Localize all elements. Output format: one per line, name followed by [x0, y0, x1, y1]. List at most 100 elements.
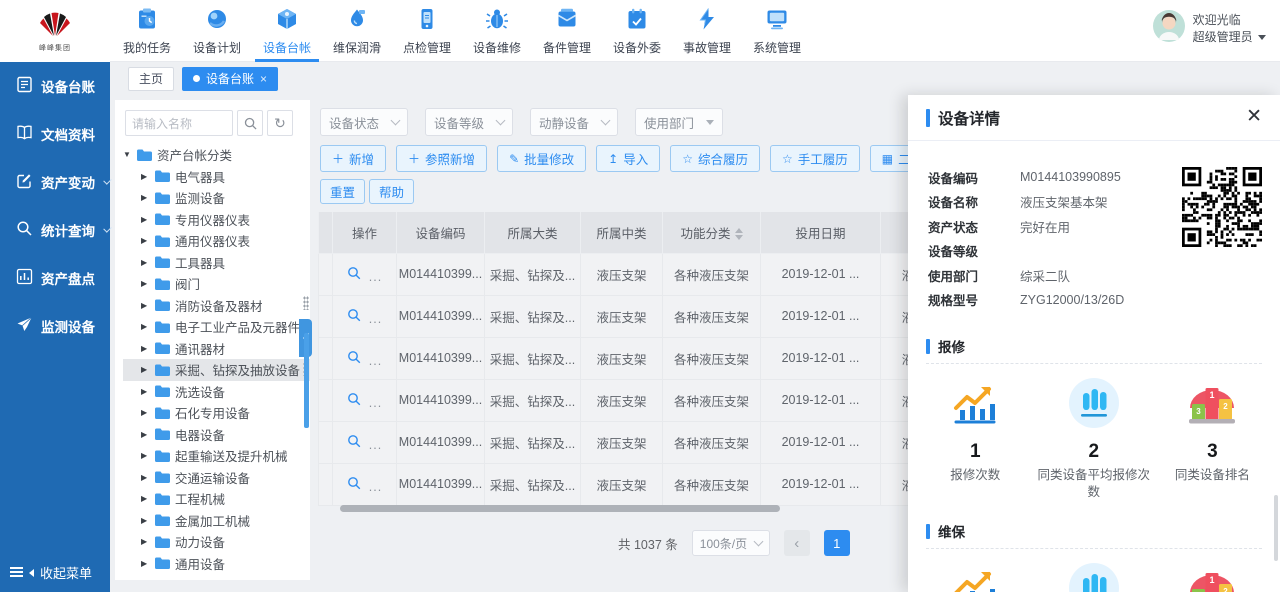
- tree-node[interactable]: ▶动力设备: [123, 531, 310, 553]
- tree-refresh-button[interactable]: ↻: [267, 110, 293, 136]
- collapse-menu-button[interactable]: 收起菜单: [10, 563, 92, 582]
- page-size-select[interactable]: 100条/页: [692, 530, 770, 556]
- tree-node[interactable]: ▶工具器具: [123, 252, 310, 274]
- table-row[interactable]: ... M014410399...采掘、钻探及... 液压支架各种液压支架 20…: [319, 463, 1011, 505]
- caret-collapsed-icon[interactable]: ▶: [141, 258, 150, 267]
- caret-collapsed-icon[interactable]: ▶: [141, 236, 150, 245]
- column-header[interactable]: 设备编码: [397, 212, 485, 253]
- tab-home[interactable]: 主页: [128, 67, 174, 91]
- sidebar-item-ledger[interactable]: 设备台账: [0, 62, 110, 110]
- row-more-button[interactable]: ...: [369, 396, 382, 410]
- nav-item-repair[interactable]: 设备维修: [462, 0, 532, 62]
- row-more-button[interactable]: ...: [369, 438, 382, 452]
- user-menu[interactable]: 欢迎光临 超级管理员: [1153, 10, 1266, 47]
- caret-collapsed-icon[interactable]: ▶: [141, 516, 150, 525]
- caret-collapsed-icon[interactable]: ▶: [141, 430, 150, 439]
- tree-node[interactable]: ▶石化专用设备: [123, 402, 310, 424]
- table-row[interactable]: ... M014410399...采掘、钻探及... 液压支架各种液压支架 20…: [319, 295, 1011, 337]
- horizontal-scrollbar[interactable]: [340, 505, 780, 512]
- import-button[interactable]: ↥导入: [596, 145, 660, 172]
- tree-root-node[interactable]: ▼ 资产台帐分类: [123, 144, 310, 166]
- batch-edit-button[interactable]: ✎批量修改: [497, 145, 586, 172]
- tree-node[interactable]: ▶采掘、钻探及抽放设备: [123, 359, 310, 381]
- sidebar-item-asset-change[interactable]: 资产变动: [0, 158, 110, 206]
- caret-collapsed-icon[interactable]: ▶: [141, 559, 150, 568]
- row-view-button[interactable]: [347, 476, 361, 493]
- filter-equipment-grade[interactable]: 设备等级: [425, 108, 513, 136]
- tree-scrollbar[interactable]: [304, 333, 309, 428]
- tree-node[interactable]: ▶监测设备: [123, 187, 310, 209]
- row-more-button[interactable]: ...: [369, 270, 382, 284]
- column-header[interactable]: 投用日期: [761, 212, 881, 253]
- column-header[interactable]: 所属中类: [581, 212, 663, 253]
- caret-collapsed-icon[interactable]: ▶: [141, 172, 150, 181]
- caret-collapsed-icon[interactable]: ▶: [141, 215, 150, 224]
- caret-collapsed-icon[interactable]: ▶: [141, 344, 150, 353]
- tree-search-button[interactable]: [237, 110, 263, 136]
- caret-collapsed-icon[interactable]: ▶: [141, 408, 150, 417]
- comprehensive-history-button[interactable]: ☆综合履历: [670, 145, 760, 172]
- column-header[interactable]: 操作: [333, 212, 397, 253]
- tree-node[interactable]: ▶通用仪器仪表: [123, 230, 310, 252]
- column-header[interactable]: 所属大类: [485, 212, 581, 253]
- column-header[interactable]: 功能分类: [663, 212, 761, 253]
- nav-item-lube[interactable]: 维保润滑: [322, 0, 392, 62]
- add-button[interactable]: ＋新增: [320, 145, 386, 172]
- row-view-button[interactable]: [347, 308, 361, 325]
- filter-dynamic-static[interactable]: 动静设备: [530, 108, 618, 136]
- tree-node[interactable]: ▶金属加工机械: [123, 510, 310, 532]
- nav-item-outsource[interactable]: 设备外委: [602, 0, 672, 62]
- table-row[interactable]: ... M014410399...采掘、钻探及... 液压支架各种液压支架 20…: [319, 421, 1011, 463]
- sidebar-item-stocktake[interactable]: 资产盘点: [0, 254, 110, 302]
- caret-expanded-icon[interactable]: ▼: [123, 150, 132, 159]
- table-row[interactable]: ... M014410399...采掘、钻探及... 液压支架各种液压支架 20…: [319, 337, 1011, 379]
- row-more-button[interactable]: ...: [369, 354, 382, 368]
- caret-collapsed-icon[interactable]: ▶: [141, 279, 150, 288]
- filter-using-department[interactable]: 使用部门: [635, 108, 723, 136]
- table-row[interactable]: ... M014410399...采掘、钻探及... 液压支架各种液压支架 20…: [319, 379, 1011, 421]
- tree-search-input[interactable]: 请输入名称: [125, 110, 233, 136]
- help-button[interactable]: 帮助: [369, 179, 414, 204]
- tree-node-partial[interactable]: ▶: [123, 575, 310, 580]
- caret-collapsed-icon[interactable]: ▶: [141, 387, 150, 396]
- caret-collapsed-icon[interactable]: ▶: [141, 193, 150, 202]
- nav-item-plan[interactable]: 设备计划: [182, 0, 252, 62]
- tree-node[interactable]: ▶交通运输设备: [123, 467, 310, 489]
- manual-history-button[interactable]: ☆手工履历: [770, 145, 860, 172]
- caret-collapsed-icon[interactable]: ▶: [141, 451, 150, 460]
- add-by-reference-button[interactable]: ＋参照新增: [396, 145, 487, 172]
- row-view-button[interactable]: [347, 392, 361, 409]
- nav-item-ledger[interactable]: 设备台帐: [252, 0, 322, 62]
- caret-collapsed-icon[interactable]: ▶: [141, 365, 150, 374]
- row-view-button[interactable]: [347, 266, 361, 283]
- row-view-button[interactable]: [347, 434, 361, 451]
- tree-node[interactable]: ▶通讯器材: [123, 338, 310, 360]
- tree-node[interactable]: ▶洗选设备: [123, 381, 310, 403]
- tab-equipment-ledger[interactable]: 设备台账 ×: [182, 67, 278, 91]
- row-more-button[interactable]: ...: [369, 312, 382, 326]
- tree-node[interactable]: ▶工程机械: [123, 488, 310, 510]
- filter-equipment-status[interactable]: 设备状态: [320, 108, 408, 136]
- tree-node[interactable]: ▶消防设备及器材: [123, 295, 310, 317]
- nav-item-spares[interactable]: 备件管理: [532, 0, 602, 62]
- reset-button[interactable]: 重置: [320, 179, 365, 204]
- tree-node[interactable]: ▶电气器具: [123, 166, 310, 188]
- table-row[interactable]: ... M014410399...采掘、钻探及... 液压支架各种液压支架 20…: [319, 253, 1011, 295]
- row-view-button[interactable]: [347, 350, 361, 367]
- caret-collapsed-icon[interactable]: ▶: [141, 494, 150, 503]
- caret-collapsed-icon[interactable]: ▶: [141, 322, 150, 331]
- sidebar-item-monitor[interactable]: 监测设备: [0, 302, 110, 350]
- caret-collapsed-icon[interactable]: ▶: [141, 301, 150, 310]
- tree-node[interactable]: ▶起重输送及提升机械: [123, 445, 310, 467]
- close-icon[interactable]: ✕: [1246, 107, 1262, 126]
- caret-collapsed-icon[interactable]: ▶: [141, 473, 150, 482]
- nav-item-accident[interactable]: 事故管理: [672, 0, 742, 62]
- tree-node[interactable]: ▶电器设备: [123, 424, 310, 446]
- current-page-button[interactable]: 1: [824, 530, 850, 556]
- nav-item-inspect[interactable]: 点检管理: [392, 0, 462, 62]
- tree-node[interactable]: ▶电子工业产品及元器件: [123, 316, 310, 338]
- tree-node[interactable]: ▶通用设备: [123, 553, 310, 575]
- splitter-grip[interactable]: [303, 296, 309, 310]
- nav-item-system[interactable]: 系统管理: [742, 0, 812, 62]
- tree-node[interactable]: ▶专用仪器仪表: [123, 209, 310, 231]
